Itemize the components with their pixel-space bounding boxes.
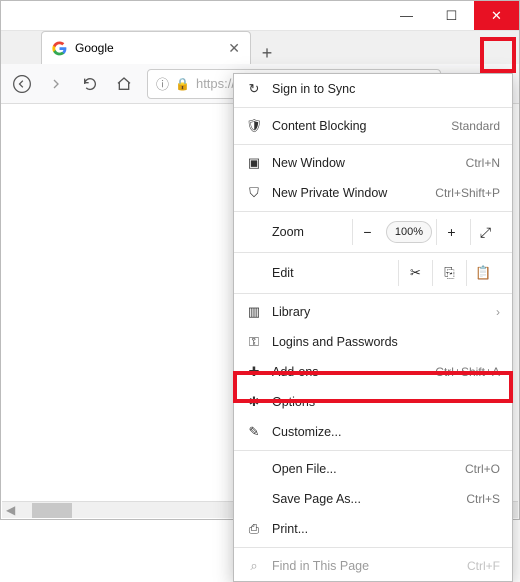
zoom-out-button[interactable]: − bbox=[352, 219, 382, 245]
window-titlebar: — ☐ ✕ bbox=[1, 1, 519, 31]
shield-icon: 🛡 bbox=[246, 118, 262, 134]
home-button[interactable] bbox=[109, 69, 139, 99]
paintbrush-icon: ✎ bbox=[246, 424, 262, 440]
menu-edit-row: Edit ✂ ⎘ 📋 bbox=[234, 256, 512, 290]
menu-logins[interactable]: ⚿Logins and Passwords bbox=[234, 327, 512, 357]
menu-print[interactable]: ⎙Print... bbox=[234, 514, 512, 544]
window-maximize-button[interactable]: ☐ bbox=[429, 1, 474, 30]
menu-addons[interactable]: ✚Add-onsCtrl+Shift+A bbox=[234, 357, 512, 387]
cut-button[interactable]: ✂ bbox=[398, 260, 432, 286]
menu-library[interactable]: ▥Library› bbox=[234, 297, 512, 327]
tab-close-icon[interactable]: ✕ bbox=[228, 40, 240, 57]
back-button[interactable] bbox=[7, 69, 37, 99]
tab-google[interactable]: Google ✕ bbox=[41, 31, 251, 64]
sync-icon: ↻ bbox=[246, 81, 262, 97]
menu-new-private-window[interactable]: ⛉New Private WindowCtrl+Shift+P bbox=[234, 178, 512, 208]
puzzle-icon: ✚ bbox=[246, 364, 262, 380]
library-icon: ▥ bbox=[246, 304, 262, 320]
window-icon: ▣ bbox=[246, 155, 262, 171]
paste-button[interactable]: 📋 bbox=[466, 260, 500, 286]
printer-icon: ⎙ bbox=[246, 521, 262, 537]
scrollbar-thumb[interactable] bbox=[32, 503, 72, 518]
zoom-percent[interactable]: 100% bbox=[386, 221, 432, 243]
menu-content-blocking[interactable]: 🛡Content BlockingStandard bbox=[234, 111, 512, 141]
chevron-right-icon: › bbox=[496, 305, 500, 319]
fullscreen-button[interactable]: ⤢ bbox=[470, 219, 500, 245]
new-tab-button[interactable]: + bbox=[251, 43, 283, 64]
app-menu-popup: ↻Sign in to Sync 🛡Content BlockingStanda… bbox=[233, 73, 513, 582]
menu-open-file[interactable]: Open File...Ctrl+O bbox=[234, 454, 512, 484]
menu-zoom-row: Zoom − 100% + ⤢ bbox=[234, 215, 512, 249]
tab-title: Google bbox=[75, 41, 114, 55]
menu-options[interactable]: ✱Options bbox=[234, 387, 512, 417]
site-identity-icon[interactable]: ⓘ bbox=[156, 74, 169, 93]
search-icon: ⌕ bbox=[246, 558, 262, 574]
window-minimize-button[interactable]: — bbox=[384, 1, 429, 30]
menu-find[interactable]: ⌕Find in This PageCtrl+F bbox=[234, 551, 512, 581]
mask-icon: ⛉ bbox=[246, 185, 262, 201]
menu-sync[interactable]: ↻Sign in to Sync bbox=[234, 74, 512, 104]
window-close-button[interactable]: ✕ bbox=[474, 1, 519, 30]
lock-icon: 🔒 bbox=[175, 77, 190, 91]
menu-save-page[interactable]: Save Page As...Ctrl+S bbox=[234, 484, 512, 514]
gear-icon: ✱ bbox=[246, 394, 262, 410]
zoom-in-button[interactable]: + bbox=[436, 219, 466, 245]
reload-button[interactable] bbox=[75, 69, 105, 99]
google-favicon-icon bbox=[52, 41, 67, 56]
tab-strip: Google ✕ + bbox=[1, 31, 519, 64]
copy-button[interactable]: ⎘ bbox=[432, 260, 466, 286]
forward-button[interactable] bbox=[41, 69, 71, 99]
menu-new-window[interactable]: ▣New WindowCtrl+N bbox=[234, 148, 512, 178]
menu-customize[interactable]: ✎Customize... bbox=[234, 417, 512, 447]
key-icon: ⚿ bbox=[246, 334, 262, 350]
